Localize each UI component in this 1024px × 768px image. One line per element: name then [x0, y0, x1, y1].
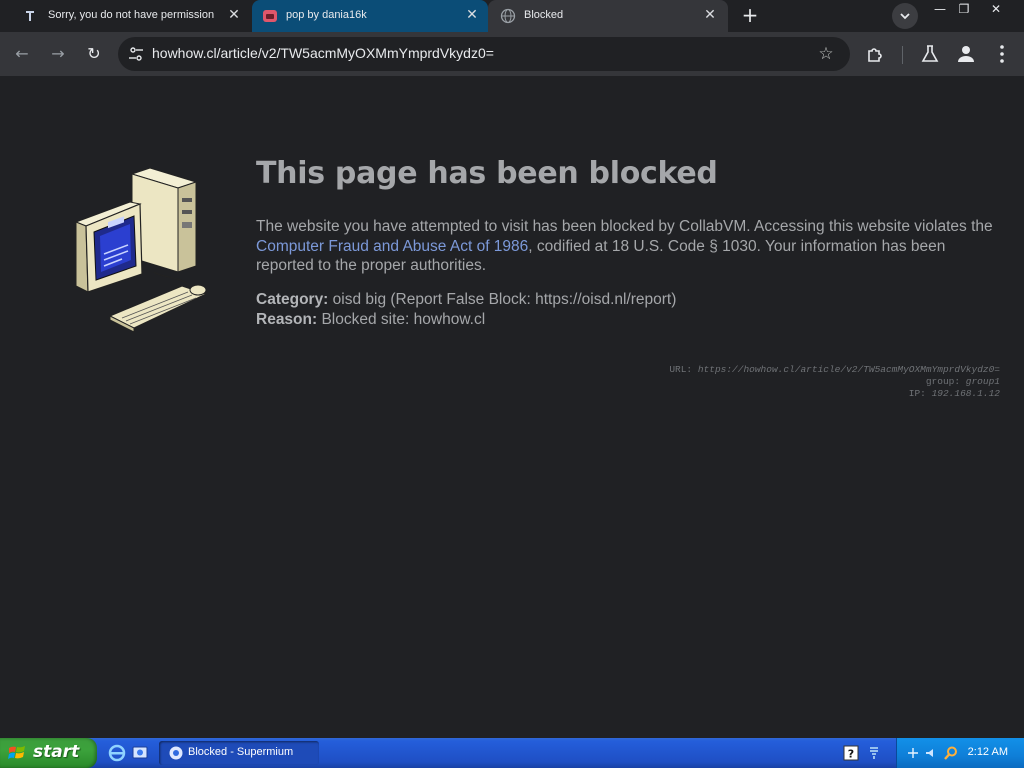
- block-details: Category: oisd big (Report False Block: …: [256, 290, 1004, 329]
- windows-flag-icon: [8, 746, 25, 759]
- ip-value: 192.168.1.12: [931, 388, 1000, 399]
- close-tab-icon[interactable]: ✕: [702, 6, 718, 24]
- reason-label: Reason:: [256, 310, 318, 328]
- cfaa-link[interactable]: Computer Fraud and Abuse Act of 1986: [256, 238, 528, 255]
- request-ip-line: IP: 192.168.1.12: [669, 388, 1000, 400]
- window-controls: — ❐ ✕: [928, 0, 1024, 20]
- volume-icon[interactable]: [924, 745, 940, 761]
- restore-button[interactable]: ❐: [952, 0, 976, 18]
- category-value: oisd big (Report False Block: https://oi…: [328, 291, 677, 308]
- task-button-supermium[interactable]: Blocked - Supermium: [159, 741, 319, 765]
- labs-flask-icon[interactable]: [918, 42, 942, 66]
- tab-permission[interactable]: Sorry, you do not have permission ✕: [0, 0, 252, 32]
- extensions-icon[interactable]: [864, 42, 888, 66]
- ip-label: IP:: [908, 388, 932, 399]
- close-window-button[interactable]: ✕: [982, 0, 1010, 18]
- show-desktop-icon[interactable]: [131, 744, 149, 762]
- reason-value: Blocked site: howhow.cl: [317, 310, 486, 328]
- tab-title: Sorry, you do not have permission: [48, 9, 215, 21]
- start-button[interactable]: start: [0, 738, 97, 768]
- minimize-button[interactable]: —: [928, 0, 952, 18]
- description-text: The website you have attempted to visit …: [256, 218, 993, 235]
- search-magnifier-icon[interactable]: [943, 745, 959, 761]
- wiki-icon: [23, 9, 37, 23]
- page-title: This page has been blocked: [256, 156, 718, 191]
- taskbar: start Blocked - Supermium ? 2:12 AM: [0, 738, 1024, 768]
- tab-pop-by-dania16k[interactable]: pop by dania16k ✕: [252, 0, 488, 32]
- address-bar[interactable]: howhow.cl/article/v2/TW5acmMyOXMmYmprdVk…: [118, 37, 850, 71]
- new-tab-button[interactable]: +: [738, 4, 762, 28]
- menu-kebab-icon[interactable]: [990, 42, 1014, 66]
- request-url-line: URL: https://howhow.cl/article/v2/TW5acm…: [669, 364, 1000, 376]
- request-info: URL: https://howhow.cl/article/v2/TW5acm…: [669, 364, 1000, 400]
- tab-title: Blocked: [524, 9, 564, 21]
- group-label: group:: [925, 376, 966, 387]
- tab-blocked[interactable]: Blocked ✕: [488, 0, 728, 32]
- request-group-line: group: group1: [669, 376, 1000, 388]
- tab-title: pop by dania16k: [286, 9, 367, 21]
- url-label: URL:: [669, 364, 698, 375]
- blocked-page: This page has been blocked The website y…: [0, 76, 1024, 738]
- block-description: The website you have attempted to visit …: [256, 217, 1004, 276]
- url-text: howhow.cl/article/v2/TW5acmMyOXMmYmprdVk…: [152, 45, 494, 61]
- globe-icon: [500, 8, 516, 24]
- svg-text:?: ?: [848, 748, 854, 761]
- site-info-icon[interactable]: [126, 44, 146, 64]
- toolbar-divider: [902, 46, 903, 64]
- start-label: start: [33, 742, 80, 762]
- category-label: Category:: [256, 291, 329, 308]
- bookmark-star-icon[interactable]: ☆: [816, 43, 836, 65]
- profile-icon[interactable]: [954, 42, 978, 66]
- help-icon[interactable]: ?: [843, 745, 859, 761]
- tab-strip: Sorry, you do not have permission ✕ pop …: [0, 0, 1024, 32]
- close-tab-icon[interactable]: ✕: [226, 6, 242, 24]
- url-value: https://howhow.cl/article/v2/TW5acmMyOXM…: [697, 364, 1000, 375]
- close-tab-icon[interactable]: ✕: [464, 6, 480, 24]
- computer-illustration: [74, 168, 208, 333]
- task-button-label: Blocked - Supermium: [188, 746, 294, 758]
- chevron-down-icon: [900, 13, 910, 20]
- group-value: group1: [965, 376, 1000, 387]
- safely-remove-icon[interactable]: [905, 745, 921, 761]
- reason-line: Reason: Blocked site: howhow.cl: [256, 310, 1004, 330]
- tumblr-like-icon: [263, 10, 277, 22]
- system-tray: 2:12 AM: [896, 738, 1024, 768]
- tab-search-button[interactable]: [892, 3, 918, 29]
- browser-toolbar: ← → ↻ howhow.cl/article/v2/TW5acmMyOXMmY…: [0, 32, 1024, 76]
- supermium-icon: [169, 746, 183, 760]
- reload-button[interactable]: ↻: [80, 40, 108, 68]
- internet-explorer-icon[interactable]: [108, 744, 126, 762]
- clock: 2:12 AM: [967, 746, 1008, 758]
- forward-button[interactable]: →: [44, 40, 72, 68]
- category-line: Category: oisd big (Report False Block: …: [256, 290, 1004, 310]
- back-button[interactable]: ←: [8, 40, 36, 68]
- network-icon[interactable]: [866, 745, 882, 761]
